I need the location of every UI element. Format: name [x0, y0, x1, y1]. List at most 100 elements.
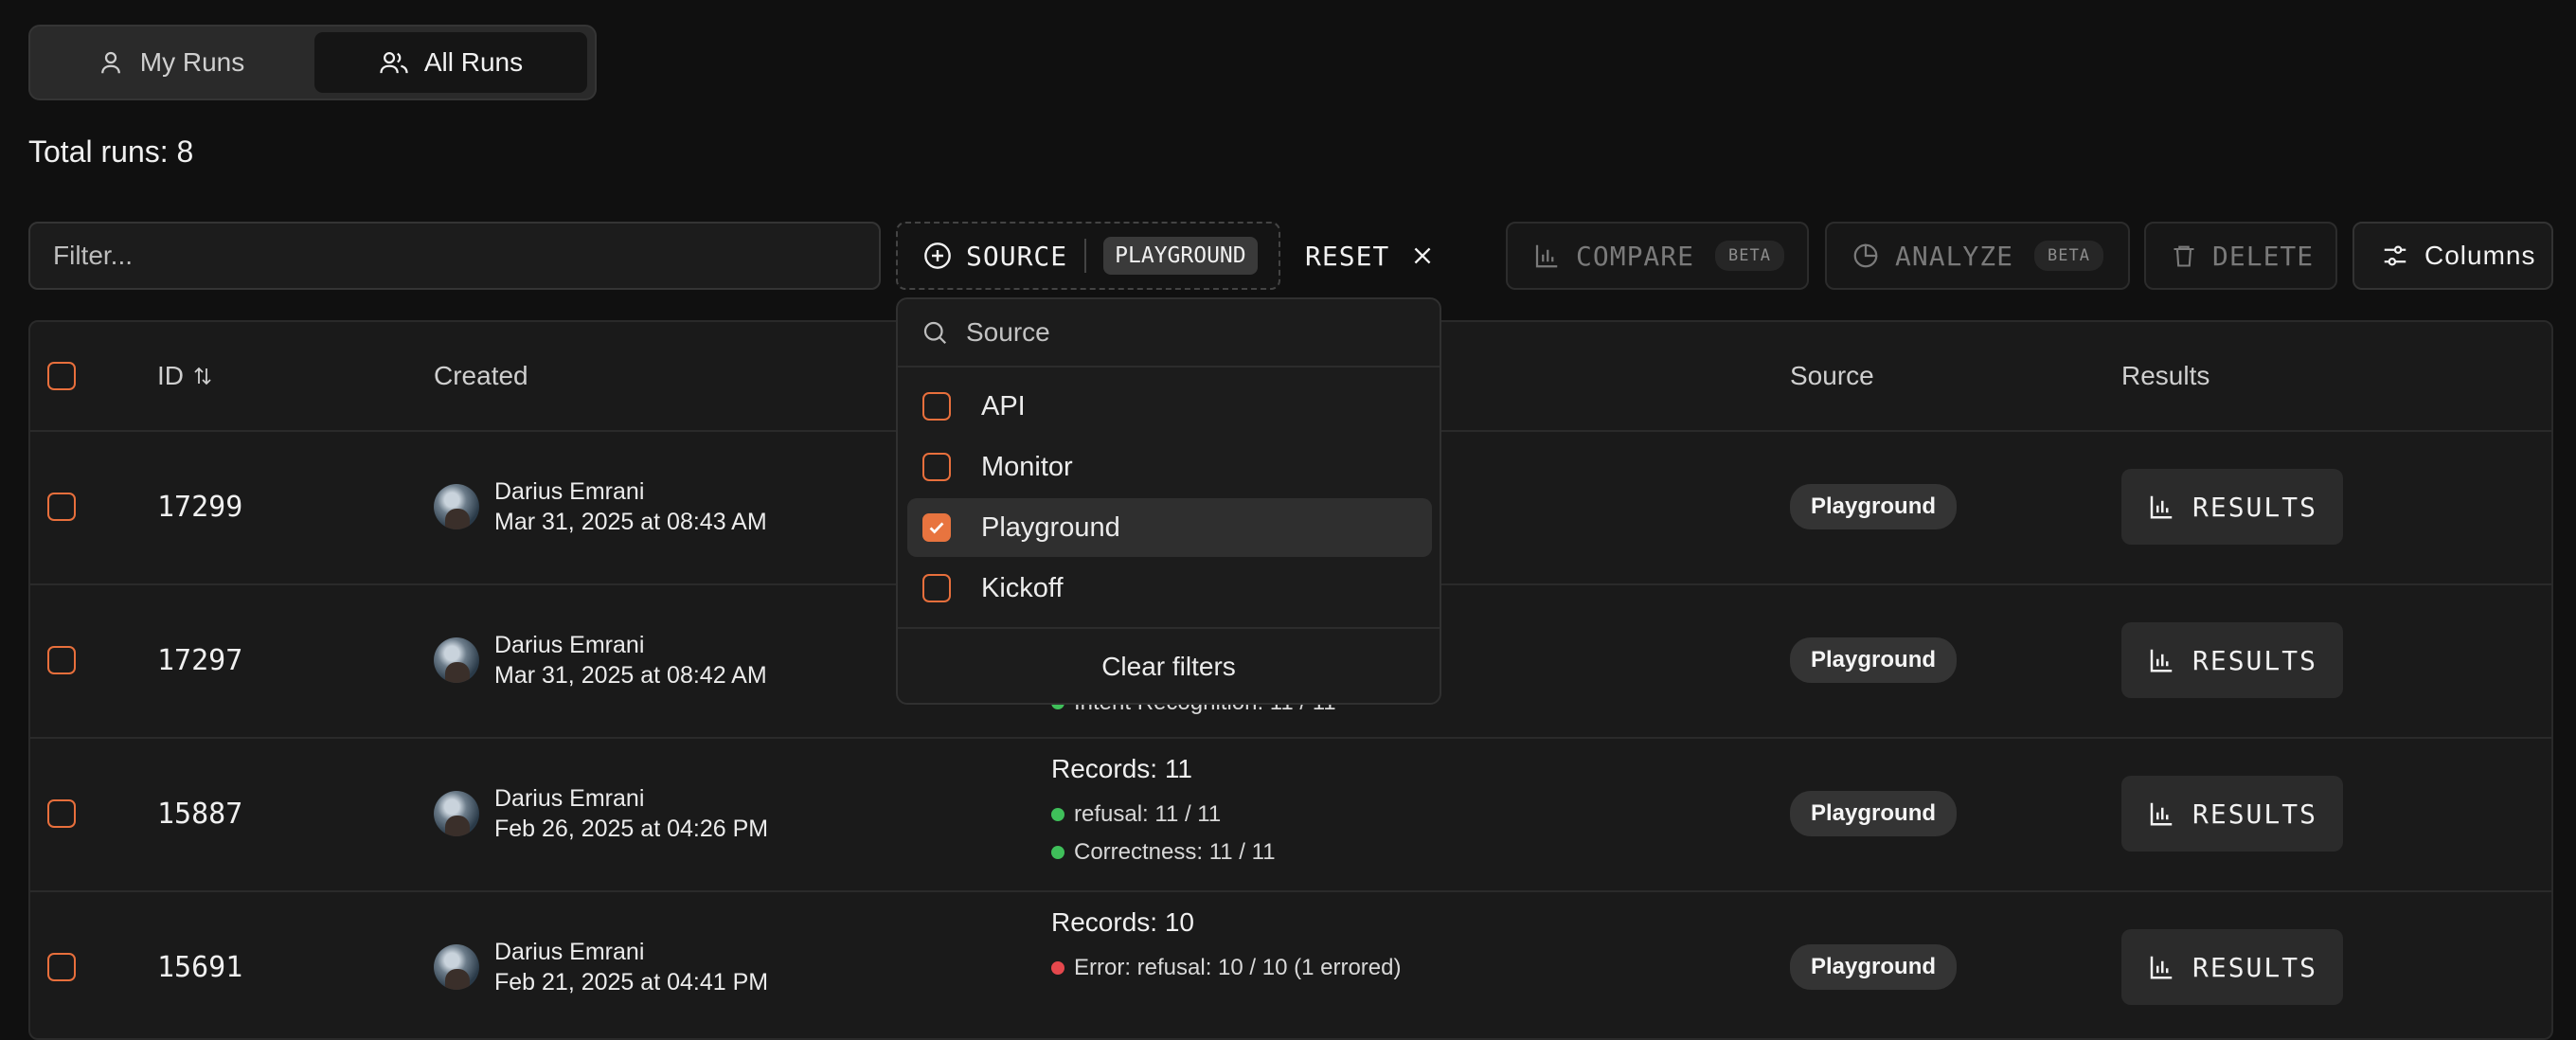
results-button[interactable]: RESULTS — [2121, 776, 2343, 852]
plus-circle-icon — [922, 241, 953, 271]
creator-info: Darius Emrani Mar 31, 2025 at 08:42 AM — [494, 630, 767, 690]
columns-button[interactable]: Columns — [2352, 222, 2553, 290]
records-count: Records: 10 — [1051, 907, 1194, 937]
select-all-checkbox[interactable] — [47, 362, 76, 390]
id-header-label: ID — [157, 361, 184, 390]
total-runs: Total runs: 8 — [28, 134, 194, 169]
option-checkbox[interactable] — [922, 392, 951, 421]
row-checkbox[interactable] — [47, 493, 76, 521]
row-select-cell — [47, 583, 76, 737]
option-label: Kickoff — [981, 572, 1064, 603]
beta-badge: BETA — [2034, 241, 2103, 271]
source-filter-chip: PLAYGROUND — [1103, 237, 1258, 275]
results-column-header: Results — [2121, 361, 2210, 390]
results-label: RESULTS — [2191, 798, 2317, 830]
view-toggle: My Runs All Runs — [28, 25, 597, 100]
creator-info: Darius Emrani Feb 26, 2025 at 04:26 PM — [494, 783, 768, 844]
source-option-playground[interactable]: Playground — [907, 498, 1432, 557]
table-row[interactable]: 15691 Darius Emrani Feb 21, 2025 at 04:4… — [30, 890, 2551, 1038]
option-checkbox-checked[interactable] — [922, 513, 951, 542]
created-column-header: Created — [434, 361, 528, 390]
id-column-header[interactable]: ID — [157, 322, 214, 430]
option-label: API — [981, 390, 1026, 421]
users-icon — [379, 48, 409, 77]
source-column-header: Source — [1790, 361, 1874, 390]
source-badge: Playground — [1790, 637, 1958, 683]
pie-chart-icon — [1852, 242, 1880, 270]
results-label: RESULTS — [2191, 644, 2317, 676]
created-date: Mar 31, 2025 at 08:43 AM — [494, 509, 767, 535]
beta-badge: BETA — [1715, 241, 1784, 271]
created-date: Feb 26, 2025 at 04:26 PM — [494, 816, 769, 842]
metric-text: refusal: 11 / 11 — [1074, 801, 1222, 827]
created-cell: Darius Emrani Feb 21, 2025 at 04:41 PM — [434, 890, 768, 1038]
results-label: RESULTS — [2191, 951, 2317, 983]
compare-label: COMPARE — [1576, 240, 1695, 272]
source-badge: Playground — [1790, 484, 1958, 529]
clear-filters-button[interactable]: Clear filters — [898, 629, 1440, 705]
source-search — [898, 299, 1440, 368]
creator-name: Darius Emrani — [494, 785, 645, 812]
bar-chart-icon — [2147, 646, 2175, 674]
table-row[interactable]: 15887 Darius Emrani Feb 26, 2025 at 04:2… — [30, 737, 2551, 892]
metric-text: Correctness: 11 / 11 — [1074, 839, 1276, 865]
option-checkbox[interactable] — [922, 453, 951, 481]
created-cell: Darius Emrani Mar 31, 2025 at 08:43 AM — [434, 430, 767, 583]
user-icon — [97, 48, 125, 77]
source-cell: Playground — [1790, 737, 1958, 890]
run-id: 17297 — [157, 643, 243, 677]
creator-name: Darius Emrani — [494, 478, 645, 505]
created-cell: Darius Emrani Mar 31, 2025 at 08:42 AM — [434, 583, 767, 737]
created-date: Feb 21, 2025 at 04:41 PM — [494, 969, 769, 995]
results-cell: RESULTS — [2121, 583, 2343, 737]
option-checkbox[interactable] — [922, 574, 951, 602]
search-icon — [921, 318, 949, 347]
records-cell: Records: 11 refusal: 11 / 11 Correctness… — [1051, 754, 1276, 866]
delete-button[interactable]: DELETE — [2144, 222, 2337, 290]
sort-icon — [191, 365, 214, 387]
analyze-button[interactable]: ANALYZE BETA — [1825, 222, 2130, 290]
status-dot — [1051, 846, 1064, 859]
run-id: 15691 — [157, 950, 243, 984]
results-button[interactable]: RESULTS — [2121, 929, 2343, 1005]
sliders-icon — [2381, 242, 2409, 270]
columns-label: Columns — [2424, 241, 2536, 270]
source-option-kickoff[interactable]: Kickoff — [907, 559, 1432, 618]
source-option-monitor[interactable]: Monitor — [907, 438, 1432, 496]
analyze-label: ANALYZE — [1895, 240, 2014, 272]
results-cell: RESULTS — [2121, 430, 2343, 583]
my-runs-tab[interactable]: My Runs — [38, 32, 303, 93]
row-select-cell — [47, 890, 76, 1038]
status-dot — [1051, 961, 1064, 975]
row-checkbox[interactable] — [47, 799, 76, 828]
reset-button[interactable]: RESET — [1305, 222, 1435, 290]
results-button[interactable]: RESULTS — [2121, 622, 2343, 698]
source-option-api[interactable]: API — [907, 377, 1432, 436]
source-filter-button[interactable]: SOURCE PLAYGROUND — [896, 222, 1280, 290]
delete-label: DELETE — [2212, 240, 2315, 272]
results-label: RESULTS — [2191, 491, 2317, 523]
source-cell: Playground — [1790, 430, 1958, 583]
select-all-cell — [47, 322, 76, 430]
source-badge: Playground — [1790, 791, 1958, 836]
option-label: Playground — [981, 511, 1120, 543]
results-cell: RESULTS — [2121, 737, 2343, 890]
run-id: 17299 — [157, 490, 243, 524]
creator-info: Darius Emrani Feb 21, 2025 at 04:41 PM — [494, 937, 768, 997]
results-button[interactable]: RESULTS — [2121, 469, 2343, 545]
row-checkbox[interactable] — [47, 646, 76, 674]
source-filter-label: SOURCE — [966, 240, 1068, 272]
source-dropdown: API Monitor Playground Kickoff Clear fil… — [896, 297, 1441, 705]
compare-button[interactable]: COMPARE BETA — [1506, 222, 1809, 290]
bar-chart-icon — [2147, 493, 2175, 521]
records-count: Records: 11 — [1051, 754, 1192, 783]
run-id: 15887 — [157, 797, 243, 831]
source-search-input[interactable] — [964, 316, 1385, 349]
bar-chart-icon — [2147, 799, 2175, 828]
my-runs-label: My Runs — [139, 47, 245, 77]
source-cell: Playground — [1790, 890, 1958, 1038]
metric-line: Correctness: 11 / 11 — [1051, 839, 1276, 866]
filter-input[interactable] — [28, 222, 881, 290]
all-runs-tab[interactable]: All Runs — [314, 32, 587, 93]
created-date: Mar 31, 2025 at 08:42 AM — [494, 662, 767, 689]
